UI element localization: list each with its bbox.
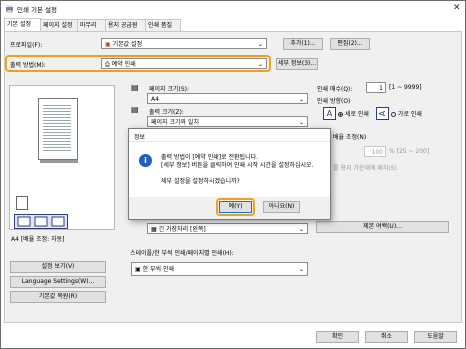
collate-label: 스테이플/한 부씩 인쇄/페이지별 인쇄(H): bbox=[130, 250, 234, 257]
collate-icon: ▣ bbox=[135, 266, 141, 273]
binding-value: 긴 가장자리 [왼쪽] bbox=[158, 226, 206, 233]
page-size-select[interactable]: A4 ⌄ bbox=[147, 93, 308, 104]
dialog-message: 출력 방법이 [예약 인쇄]로 전환됩니다. [세부 정보] 버튼을 클릭하여 … bbox=[161, 154, 314, 169]
view-settings-button[interactable]: 설정 보기(V) bbox=[10, 261, 106, 273]
page-size-icon: ▤ bbox=[131, 83, 139, 92]
landscape-icon: A bbox=[376, 107, 389, 120]
scaling-label: 배율 조정(N) bbox=[333, 134, 367, 141]
cancel-button[interactable]: 취소 bbox=[365, 331, 408, 343]
binding-select[interactable]: ▦ 긴 가장자리 [왼쪽] ⌄ bbox=[147, 223, 308, 234]
title-bar: 인쇄 기본 설정 ✕ bbox=[1, 1, 465, 17]
profile-select[interactable]: ▣ 기본값 설정 ⌄ bbox=[101, 38, 267, 49]
collate-select[interactable]: ▣ 한 부씩 인쇄 ⌄ bbox=[131, 262, 308, 276]
scaling-value: 100 bbox=[371, 149, 383, 156]
tab-label: 기본 설정 bbox=[7, 21, 31, 28]
info-icon: i bbox=[139, 154, 152, 167]
window-title: 인쇄 기본 설정 bbox=[17, 6, 58, 14]
chevron-down-icon: ⌄ bbox=[298, 96, 304, 103]
copies-input[interactable]: 1 bbox=[366, 82, 386, 93]
language-settings-button[interactable]: Language Settings(W)... bbox=[10, 276, 106, 288]
portrait-radio[interactable]: 세로 인쇄 bbox=[338, 109, 369, 118]
profile-add-button[interactable]: 추가(1)... bbox=[283, 38, 323, 50]
copies-value: 1 bbox=[379, 85, 383, 92]
binding-margin-button[interactable]: 제본 여백(U)... bbox=[316, 221, 449, 233]
radio-icon bbox=[338, 112, 343, 117]
chevron-down-icon: ⌄ bbox=[298, 226, 304, 233]
collate-value: 한 부씩 인쇄 bbox=[142, 266, 175, 273]
dialog-divider bbox=[129, 141, 330, 142]
printer-icon bbox=[5, 4, 14, 15]
copies-range: [1 ~ 9999] bbox=[389, 84, 422, 91]
output-size-icon: ▤ bbox=[131, 105, 139, 114]
chevron-down-icon: ⌄ bbox=[257, 41, 263, 48]
preview-text-lines bbox=[43, 103, 71, 153]
profile-label: 프로파일(F): bbox=[10, 42, 43, 49]
copies-icon bbox=[16, 196, 28, 210]
tab-label: 마무리 bbox=[80, 22, 97, 29]
chevron-down-icon: ⌄ bbox=[298, 266, 304, 273]
radio-icon bbox=[391, 112, 396, 117]
scaling-input[interactable]: 100 bbox=[364, 146, 386, 157]
landscape-radio[interactable]: 가로 인쇄 bbox=[391, 109, 422, 118]
restore-defaults-button[interactable]: 기본값 복원(R) bbox=[10, 291, 106, 303]
output-details-button[interactable]: 세부 정보(3)... bbox=[276, 58, 318, 70]
tab-label: 인쇄 품질 bbox=[148, 22, 172, 29]
landscape-label: 가로 인쇄 bbox=[397, 111, 422, 118]
binding-icon: ▦ bbox=[151, 226, 157, 233]
portrait-icon: A bbox=[323, 107, 336, 120]
output-method-select[interactable]: ⎙ 예약 인쇄 ⌄ bbox=[101, 58, 267, 69]
scaling-range: % [25 ~ 200] bbox=[389, 148, 430, 155]
output-mode-icon bbox=[14, 214, 68, 229]
dialog-title: 정보 bbox=[134, 134, 146, 141]
ok-button[interactable]: 확인 bbox=[316, 331, 359, 343]
profile-value: 기본값 설정 bbox=[112, 41, 143, 48]
chevron-down-icon: ⌄ bbox=[257, 61, 263, 68]
dialog-footer: 예(Y) 아니요(N) bbox=[129, 197, 330, 219]
close-icon[interactable]: ✕ bbox=[453, 3, 461, 13]
portrait-label: 세로 인쇄 bbox=[344, 111, 369, 118]
output-size-select[interactable]: 페이지 크기와 일치 ⌄ bbox=[147, 116, 308, 127]
tab-basic-settings[interactable]: 기본 설정 bbox=[4, 18, 42, 32]
help-button[interactable]: 도움말 bbox=[414, 331, 457, 343]
page-size-value: A4 bbox=[151, 96, 159, 103]
output-method-label: 출력 방법(M): bbox=[10, 62, 46, 69]
info-dialog: 정보 i 출력 방법이 [예약 인쇄]로 전환됩니다. [세부 정보] 버튼을 … bbox=[128, 128, 331, 220]
preview-page bbox=[38, 98, 78, 160]
orientation-label: 인쇄 방향(O) bbox=[317, 98, 351, 105]
preview-caption: A4 [배율 조정: 자동] bbox=[11, 236, 65, 243]
copies-label: 인쇄 매수(Q): bbox=[317, 86, 353, 93]
output-method-value: 예약 인쇄 bbox=[111, 61, 136, 68]
print-icon: ⎙ bbox=[105, 61, 110, 68]
output-size-value: 페이지 크기와 일치 bbox=[151, 119, 199, 126]
tab-label: 용지 공급원 bbox=[108, 22, 138, 29]
preview-shadow bbox=[40, 160, 78, 163]
no-button[interactable]: 아니요(N) bbox=[263, 201, 300, 213]
tab-label: 페이지 설정 bbox=[43, 22, 73, 29]
profile-icon: ▣ bbox=[105, 41, 111, 48]
page-size-label: 페이지 크기(S): bbox=[149, 86, 190, 93]
center-on-page-label: 를 용지 가운데에 배치(5) bbox=[333, 165, 397, 172]
profile-edit-button[interactable]: 편집(2)... bbox=[330, 38, 370, 50]
chevron-down-icon: ⌄ bbox=[298, 119, 304, 126]
dialog-question: 세부 설정을 설정하시겠습니까? bbox=[161, 178, 240, 185]
yes-button[interactable]: 예(Y) bbox=[219, 201, 252, 213]
output-size-label: 출력 크기(Z): bbox=[149, 109, 184, 116]
